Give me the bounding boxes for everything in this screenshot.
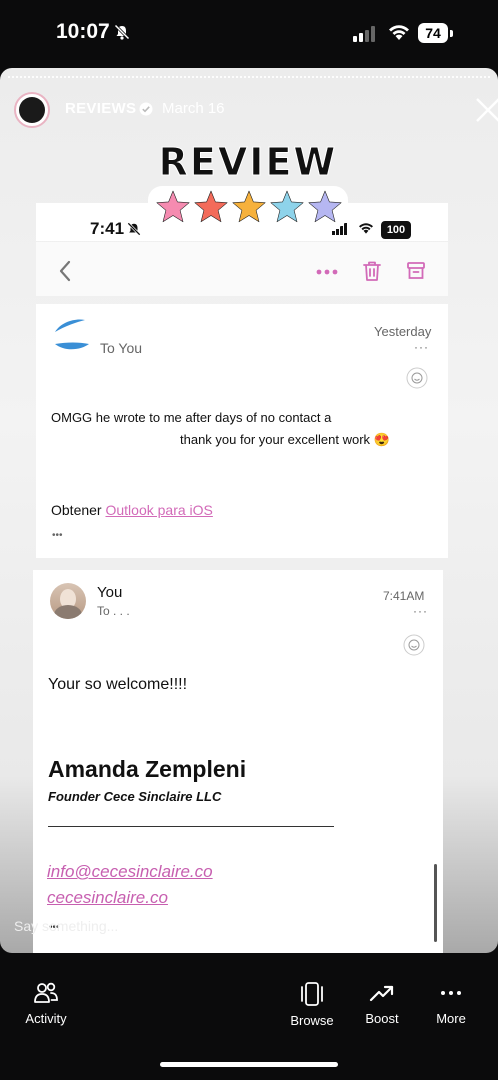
nav-browse-label: Browse (290, 1013, 334, 1028)
review-sticker: REVIEW (148, 140, 348, 232)
people-icon (34, 982, 58, 1003)
message-body-line2: thank you for your excellent work 😍 (180, 432, 390, 447)
reply-body: Your so welcome!!!! (48, 676, 188, 693)
back-chevron-icon[interactable] (58, 260, 72, 282)
message-date: Yesterday (374, 324, 432, 339)
message-body-line1: OMGG he wrote to me after days of no con… (51, 410, 332, 425)
reaction-smiley-icon[interactable] (403, 634, 425, 656)
status-bar: 10:07 74 (0, 0, 498, 68)
wifi-icon (359, 223, 373, 234)
message-time: 7:41AM (383, 589, 425, 603)
sender-avatar-logo (55, 319, 89, 350)
outlook-footer: Obtener Outlook para iOS (51, 502, 213, 518)
scroll-indicator (434, 864, 437, 942)
outlook-ios-link[interactable]: Outlook para iOS (105, 502, 212, 518)
message-options[interactable]: ··· (413, 604, 428, 618)
sender-name: You (97, 584, 123, 601)
more-options-icon[interactable] (316, 269, 338, 275)
trending-up-icon (369, 985, 394, 1002)
story-progress-bar (8, 76, 490, 80)
star-icon (232, 190, 266, 223)
verified-check-icon (139, 102, 153, 116)
signature-website-link[interactable]: cecesinclaire.co (47, 888, 168, 908)
outlook-footer-prefix: Obtener (51, 502, 106, 518)
reaction-smiley-icon[interactable] (406, 367, 428, 389)
bell-muted-icon (114, 24, 130, 40)
status-time: 10:07 (56, 20, 110, 43)
home-indicator (160, 1062, 338, 1067)
more-dots-icon (441, 991, 461, 995)
nav-activity[interactable]: Activity (6, 981, 86, 1026)
quoted-text-toggle[interactable]: ••• (52, 530, 63, 541)
avatar-image (19, 97, 45, 123)
nav-browse[interactable]: Browse (272, 981, 352, 1028)
browse-cards-icon (301, 982, 323, 1006)
bottom-nav: Activity Browse Boost More (0, 953, 498, 1080)
recipient-line: To . . . (97, 604, 130, 618)
message-options[interactable]: ··· (414, 340, 429, 354)
star-icon (194, 190, 228, 223)
star-icon (308, 190, 342, 223)
nav-more[interactable]: More (411, 981, 491, 1026)
close-icon[interactable] (474, 96, 498, 124)
signal-icon (353, 26, 375, 42)
mail-toolbar (36, 242, 448, 296)
signature-title: Founder Cece Sinclaire LLC (48, 789, 222, 804)
signature-divider (48, 826, 334, 827)
sender-avatar (50, 583, 86, 619)
nav-more-label: More (436, 1011, 466, 1026)
story-header: REVIEWS March 16 (14, 92, 498, 128)
archive-icon[interactable] (406, 261, 426, 281)
sticker-title: REVIEW (158, 140, 338, 185)
battery-tip (450, 30, 453, 37)
recipient-line: To You (100, 340, 143, 356)
screenshot-time: 7:41 (90, 219, 125, 238)
battery-indicator: 74 (418, 23, 448, 43)
nav-boost-label: Boost (365, 1011, 399, 1026)
reply-input-placeholder[interactable]: Say something... (14, 918, 118, 934)
nav-boost[interactable]: Boost (342, 981, 422, 1026)
email-reply-card: You To . . . 7:41AM ··· Your so welcome!… (33, 570, 443, 953)
email-message-card: To You Yesterday ··· OMGG he wrote to me… (36, 304, 448, 558)
screenshot-battery: 100 (381, 221, 411, 239)
story-username[interactable]: REVIEWS (65, 100, 136, 117)
star-rating (156, 190, 342, 223)
bell-muted-icon (127, 222, 141, 236)
account-avatar[interactable] (14, 92, 50, 128)
story-viewer: 7:41 100 To You Yesterday ··· OMGG he wr… (0, 68, 498, 953)
nav-activity-label: Activity (25, 1011, 67, 1026)
signature-email-link[interactable]: info@cecesinclaire.co (47, 862, 213, 882)
story-date: March 16 (162, 100, 225, 117)
trash-icon[interactable] (362, 260, 382, 282)
wifi-icon (389, 25, 409, 40)
star-icon (156, 190, 190, 223)
signature-name: Amanda Zempleni (48, 756, 247, 782)
star-icon (270, 190, 304, 223)
